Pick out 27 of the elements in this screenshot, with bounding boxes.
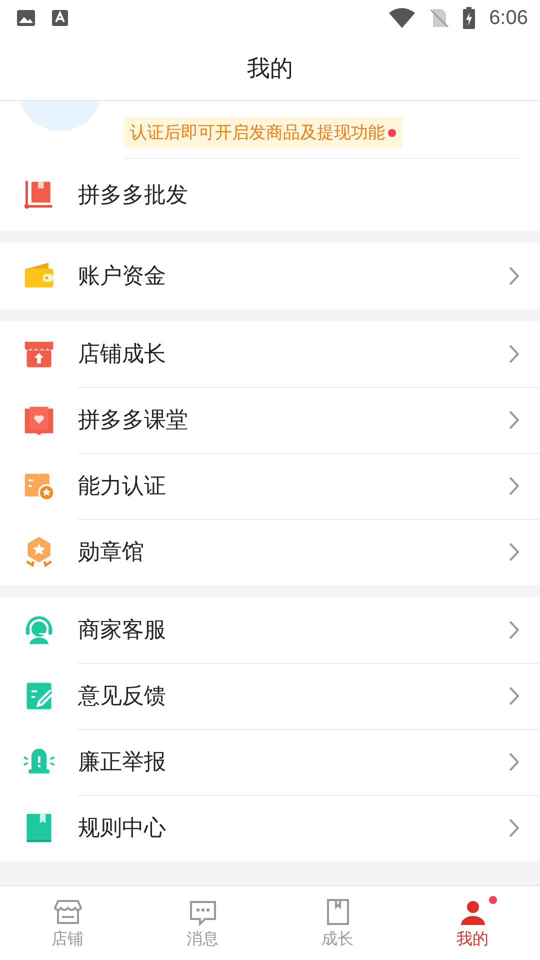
chevron-icon <box>508 752 520 772</box>
page-title: 我的 <box>247 54 293 84</box>
menu-item[interactable]: 勋章馆 <box>0 519 540 585</box>
menu-item[interactable]: 账户资金 <box>0 243 540 309</box>
chevron-icon <box>508 542 520 562</box>
clock-time: 6:06 <box>489 6 528 30</box>
menu-item[interactable]: 廉正举报 <box>0 729 540 795</box>
menu-item[interactable]: 商家客服 <box>0 597 540 663</box>
chevron-icon <box>508 410 520 430</box>
chevron-icon <box>508 344 520 364</box>
menu-item[interactable]: 能力认证 <box>0 453 540 519</box>
chevron-icon <box>508 476 520 496</box>
menu-item[interactable]: 店铺成长 <box>0 321 540 387</box>
chevron-icon <box>508 620 520 640</box>
menu-item[interactable]: 规则中心 <box>0 795 540 861</box>
chevron-icon <box>508 818 520 838</box>
no-sim-icon <box>429 8 450 28</box>
chevron-icon <box>508 686 520 706</box>
font-icon <box>50 8 70 28</box>
chevron-icon <box>508 266 520 286</box>
tab[interactable]: 我的 <box>405 886 540 960</box>
image-icon <box>16 8 36 28</box>
battery-icon <box>463 7 476 29</box>
menu-item[interactable]: 拼多多批发 <box>0 159 540 231</box>
menu-item[interactable]: 意见反馈 <box>0 663 540 729</box>
wifi-icon <box>389 8 416 28</box>
menu-item[interactable]: 拼多多课堂 <box>0 387 540 453</box>
